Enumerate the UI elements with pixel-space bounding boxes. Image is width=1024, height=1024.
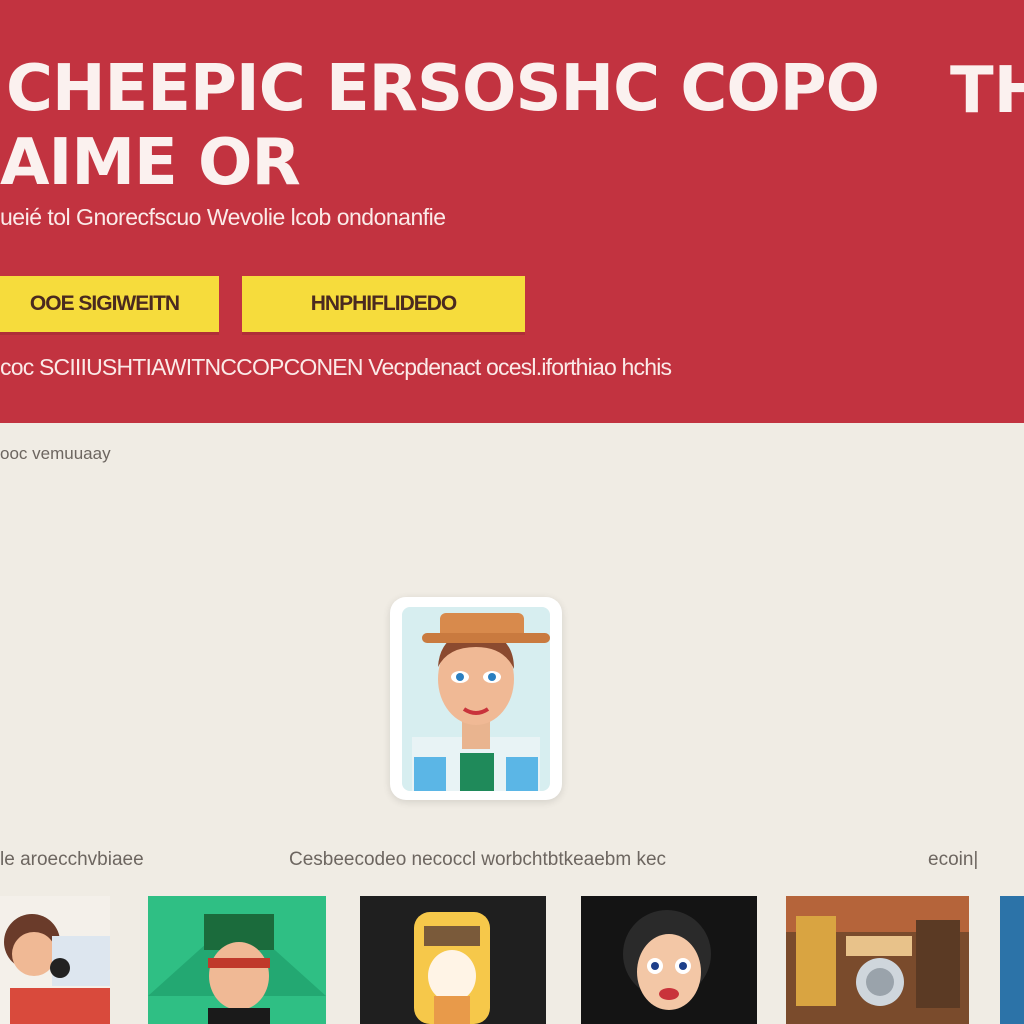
- primary-cta-button[interactable]: OOE SIGIWEITN: [0, 276, 219, 332]
- section-label: ooc vemuuaay: [0, 444, 111, 463]
- hero-title-line-1: CHEEPIC ERSOSHC COPO: [6, 52, 880, 126]
- blue-thumbnail[interactable]: [1000, 896, 1024, 1024]
- green-character-thumbnail[interactable]: [148, 896, 326, 1024]
- secondary-cta-button[interactable]: HNPHIFLIDEDO: [242, 276, 525, 332]
- hero-note: coc SCIIIUSHTIAWITNCCOPCONEN Vecpdenact …: [0, 354, 672, 380]
- avatar-portrait-icon: [402, 607, 550, 791]
- caption-2: Cesbeecodeo necoccl worbchtbtkeaebm kec: [289, 849, 667, 870]
- yellow-character-thumbnail[interactable]: [360, 896, 546, 1024]
- caption-3: ecoin|: [928, 849, 979, 870]
- cartoon-face-thumbnail[interactable]: [581, 896, 757, 1024]
- caption-1: le aroecchvbiaee: [0, 849, 144, 870]
- profile-card[interactable]: [390, 597, 562, 800]
- hero-subtitle: ueié tol Gnorecfscuo Wevolie lcob ondona…: [0, 204, 446, 230]
- hero-title-line-2: AIME OR: [0, 126, 301, 200]
- collage-thumbnail[interactable]: [0, 896, 110, 1024]
- hero-banner: CHEEPIC ERSOSHC COPO AIME OR TH ueié tol…: [0, 0, 1024, 423]
- hero-title-edge: TH: [950, 54, 1024, 128]
- room-scene-thumbnail[interactable]: [786, 896, 969, 1024]
- hero-title: CHEEPIC ERSOSHC COPO AIME OR: [0, 52, 880, 200]
